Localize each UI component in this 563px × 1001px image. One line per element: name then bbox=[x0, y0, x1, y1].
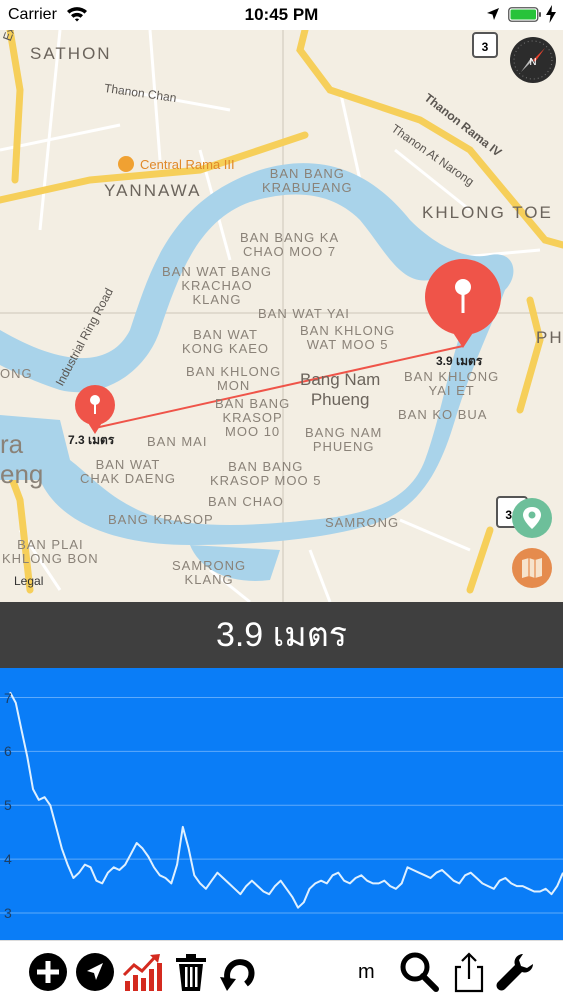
map-label-ban-bang-ka-chao: BAN BANG KA CHAO MOO 7 bbox=[240, 230, 340, 259]
y-tick-label: 6 bbox=[4, 743, 12, 760]
y-tick-label: 7 bbox=[4, 689, 12, 706]
y-tick-label: 5 bbox=[4, 797, 12, 814]
pin-label-small: 7.3 เมตร bbox=[68, 433, 115, 447]
map-label-ban-bang-krasop-moo5: BAN BANG KRASOP MOO 5 bbox=[210, 459, 322, 488]
map-view[interactable]: SATHON YANNAWA KHLONG TOE Thanon Chan Th… bbox=[0, 30, 563, 602]
map-label-ban-bang-krasop-moo10: BAN BANG KRASOP MOO 10 bbox=[215, 396, 291, 439]
map-label-ban-khlong-wat-moo5: BAN KHLONG WAT MOO 5 bbox=[300, 323, 396, 352]
map-label-ong: ONG bbox=[0, 366, 33, 381]
chart-series-line bbox=[9, 691, 563, 909]
map-label-ban-chao: BAN CHAO bbox=[208, 494, 284, 509]
map-label-pha: PH bbox=[536, 328, 563, 347]
map-label-ra: ra bbox=[0, 429, 24, 459]
pin-label-large: 3.9 เมตร bbox=[436, 354, 483, 368]
map-label-ban-khlong-mon: BAN KHLONG MON bbox=[186, 364, 282, 393]
map-label-sathon: SATHON bbox=[30, 44, 112, 63]
location-arrow-icon bbox=[487, 8, 499, 20]
map-label-ban-mai: BAN MAI bbox=[147, 434, 208, 449]
undo-icon[interactable] bbox=[218, 951, 260, 993]
map-label-ban-wat-kong-kaeo: BAN WAT KONG KAEO bbox=[182, 327, 270, 356]
y-tick-label: 4 bbox=[4, 851, 12, 868]
distance-banner: 3.9 เมตร bbox=[0, 602, 563, 668]
shopping-icon bbox=[118, 156, 134, 172]
map-label-central-rama: Central Rama III bbox=[140, 157, 235, 172]
map-label-ban-wat-bang-krachao: BAN WAT BANG KRACHAO KLANG bbox=[162, 264, 272, 307]
trash-icon[interactable] bbox=[170, 951, 212, 993]
battery-icon bbox=[508, 7, 541, 22]
svg-text:N: N bbox=[529, 57, 536, 68]
y-tick-label: 3 bbox=[4, 905, 12, 922]
map-type-button[interactable] bbox=[512, 548, 552, 588]
elevation-chart: 7 6 5 4 3 bbox=[0, 668, 563, 940]
map-label-bang-krasop: BANG KRASOP bbox=[108, 512, 214, 527]
map-label-samrong: SAMRONG bbox=[325, 515, 400, 530]
map-label-ban-khlong-yai-et: BAN KHLONG YAI ET bbox=[404, 369, 500, 398]
highway-shield-3: 3 bbox=[472, 32, 498, 58]
map-label-eng: eng bbox=[0, 459, 44, 489]
charging-bolt-icon bbox=[546, 5, 556, 23]
wrench-icon[interactable] bbox=[494, 951, 536, 993]
legal-link[interactable]: Legal bbox=[14, 574, 43, 588]
map-label-bang-nam-phueng: Bang Nam Phueng bbox=[300, 370, 381, 409]
map-pin-small[interactable] bbox=[74, 384, 116, 436]
user-location-button[interactable] bbox=[512, 498, 552, 538]
map-pin-large[interactable] bbox=[424, 258, 502, 350]
chart-plot bbox=[0, 691, 563, 914]
navigate-icon[interactable] bbox=[74, 951, 116, 993]
distance-value: 3.9 เมตร bbox=[215, 616, 348, 654]
bottom-toolbar: m bbox=[0, 940, 563, 1001]
map-book-icon bbox=[522, 558, 542, 578]
chart-trend-icon[interactable] bbox=[122, 951, 164, 993]
map-label-samrong-klang: SAMRONG KLANG bbox=[172, 558, 247, 587]
unit-label[interactable]: m bbox=[358, 961, 375, 984]
map-label-ban-wat-chak-daeng: BAN WAT CHAK DAENG bbox=[80, 457, 176, 486]
compass-icon[interactable]: N bbox=[509, 36, 557, 84]
user-location-icon bbox=[523, 507, 541, 529]
map-label-ban-bang-krabueang: BAN BANG KRABUEANG bbox=[262, 166, 353, 195]
map-label-yannawa: YANNAWA bbox=[104, 181, 202, 200]
status-time: 10:45 PM bbox=[244, 5, 319, 24]
status-bar: Carrier 10:45 PM bbox=[0, 0, 563, 30]
map-label-khlong-toei: KHLONG TOE bbox=[422, 203, 553, 222]
map-label-ban-wat-yai: BAN WAT YAI bbox=[258, 306, 350, 321]
map-label-ban-plai-khlong-bon: BAN PLAI KHLONG BON bbox=[2, 537, 99, 566]
map-label-ban-ko-bua: BAN KO BUA bbox=[398, 407, 488, 422]
map-label-bang-nam-phueng-small: BANG NAM PHUENG bbox=[305, 425, 383, 454]
search-icon[interactable] bbox=[398, 951, 440, 993]
share-icon[interactable] bbox=[448, 951, 490, 993]
add-icon[interactable] bbox=[27, 951, 69, 993]
